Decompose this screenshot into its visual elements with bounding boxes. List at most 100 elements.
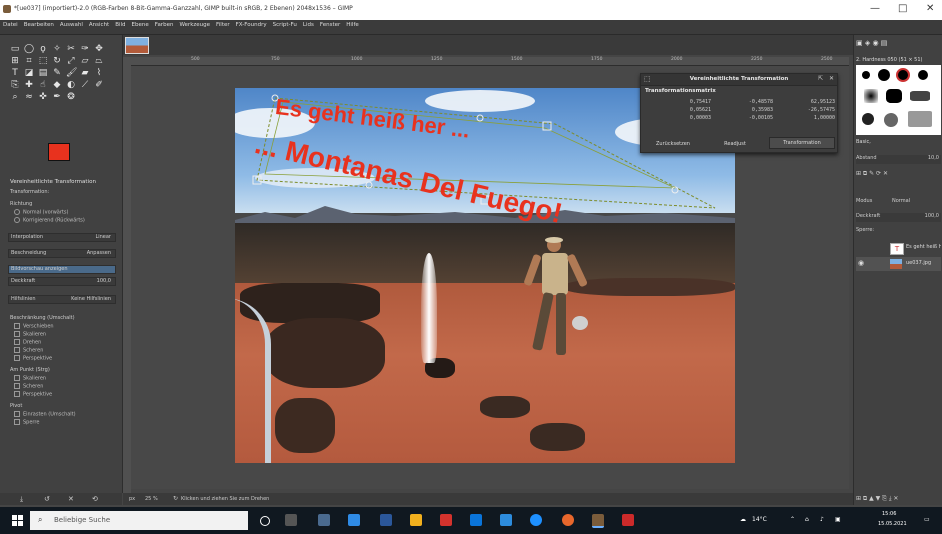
app-icon[interactable] — [318, 514, 330, 526]
fuzzy-select-icon[interactable]: ✧ — [52, 44, 62, 54]
direction-corrective-radio[interactable]: Korrigierend (Rückwärts) — [14, 217, 85, 224]
app-icon[interactable] — [440, 514, 452, 526]
pivot-scale-check[interactable]: Skalieren — [14, 375, 46, 382]
foreground-color-swatch[interactable] — [48, 143, 70, 161]
color-picker-icon[interactable]: ✐ — [94, 80, 104, 90]
readjust-button[interactable]: Readjust — [707, 139, 763, 149]
brush-preview[interactable] — [918, 70, 928, 80]
brush-preview[interactable] — [862, 113, 874, 125]
delete-icon[interactable]: ✕ — [68, 495, 74, 503]
brush-grid[interactable] — [856, 65, 941, 135]
outlook-icon[interactable] — [380, 514, 392, 526]
clipping-select[interactable]: Beschneidung Anpassen — [8, 249, 116, 258]
brush-preview[interactable] — [862, 71, 870, 79]
rect-select-icon[interactable]: ▭ — [10, 44, 20, 54]
ink-icon[interactable]: ✒ — [52, 92, 62, 102]
menu-datei[interactable]: Datei — [0, 20, 21, 30]
measure-icon[interactable]: ⟋ — [80, 80, 90, 90]
pivot-perspective-check[interactable]: Perspektive — [14, 391, 52, 398]
constrain-scale-check[interactable]: Skalieren — [14, 331, 46, 338]
preview-toggle[interactable]: Bildvorschau anzeigen — [8, 265, 116, 274]
layer-row-photo[interactable]: ◉ ue037.jpg — [856, 257, 941, 271]
constrain-shear-check[interactable]: Scheren — [14, 347, 43, 354]
dodge-icon[interactable]: ◐ — [66, 80, 76, 90]
zoom-select[interactable]: 25 % — [145, 496, 158, 502]
pivot-shear-check[interactable]: Scheren — [14, 383, 43, 390]
temperature[interactable]: 14°C — [752, 516, 767, 523]
menu-bearbeiten[interactable]: Bearbeiten — [21, 20, 57, 30]
shear-icon[interactable]: ▱ — [80, 56, 90, 66]
tray-chevron-icon[interactable]: ⌃ — [790, 516, 795, 523]
guides-select[interactable]: Hilfslinien Keine Hilfslinien — [8, 295, 116, 304]
save-options-icon[interactable]: ⤓ — [20, 495, 23, 504]
menu-hilfe[interactable]: Hilfe — [343, 20, 362, 30]
crop-icon[interactable]: ⌗ — [24, 56, 34, 66]
reset-icon[interactable]: ⟲ — [92, 495, 98, 503]
minimize-button[interactable]: — — [870, 3, 880, 14]
mail-icon[interactable] — [500, 514, 512, 526]
action-center-icon[interactable]: ▭ — [924, 516, 930, 523]
reset-button[interactable]: Zurücksetzen — [645, 139, 701, 149]
interpolation-select[interactable]: Interpolation Linear — [8, 233, 116, 242]
menu-bild[interactable]: Bild — [112, 20, 128, 30]
mypaint-icon[interactable]: ❂ — [66, 92, 76, 102]
unified-transform-icon[interactable]: ⬚ — [38, 56, 48, 66]
close-button[interactable]: ✕ — [926, 3, 934, 14]
image-tab-thumbnail[interactable] — [125, 37, 149, 54]
vertical-ruler[interactable] — [123, 57, 131, 493]
explorer-icon[interactable] — [410, 514, 422, 526]
brush-preview[interactable] — [910, 91, 930, 101]
clock-date[interactable]: 15.05.2021 — [878, 521, 907, 527]
weather-icon[interactable]: ☁ — [740, 516, 746, 523]
maximize-button[interactable]: □ — [898, 3, 907, 14]
handle-icon[interactable]: ✜ — [38, 92, 48, 102]
perspective-icon[interactable]: ⏢ — [94, 56, 104, 66]
brush-preview[interactable] — [886, 89, 902, 103]
start-button[interactable] — [12, 515, 23, 526]
edge-chromium-icon[interactable] — [530, 514, 542, 526]
free-select-icon[interactable]: ϙ — [38, 44, 48, 54]
cortana-icon[interactable] — [260, 516, 270, 526]
pivot-snap-check[interactable]: Einrasten (Umschalt) — [14, 411, 76, 418]
brush-preview[interactable] — [878, 69, 890, 81]
app-icon[interactable] — [622, 514, 634, 526]
dialog-close-icon[interactable]: ✕ — [829, 75, 834, 82]
clock-time[interactable]: 15:06 — [882, 511, 896, 517]
spacing-slider[interactable]: Abstand 10,0 — [856, 155, 941, 164]
airbrush-icon[interactable]: ⌇ — [94, 68, 104, 78]
scissors-icon[interactable]: ✂ — [66, 44, 76, 54]
align-icon[interactable]: ⊞ — [10, 56, 20, 66]
edge-icon[interactable] — [348, 514, 360, 526]
scale-icon[interactable]: ⤢ — [66, 56, 76, 66]
constrain-rotate-check[interactable]: Drehen — [14, 339, 41, 346]
pin-icon[interactable]: ⇱ — [818, 75, 823, 82]
layer-opacity-slider[interactable]: Deckkraft 100,0 — [856, 213, 941, 222]
restore-icon[interactable]: ↺ — [44, 495, 50, 503]
gradient-icon[interactable]: ▤ — [38, 68, 48, 78]
blur-icon[interactable]: ◆ — [52, 80, 62, 90]
eraser-icon[interactable]: ▰ — [80, 68, 90, 78]
network-icon[interactable]: ⌂ — [805, 516, 809, 523]
volume-icon[interactable]: ♪ — [820, 516, 824, 523]
rotate-icon[interactable]: ↻ — [52, 56, 62, 66]
bucket-icon[interactable]: ◪ — [24, 68, 34, 78]
taskbar-search[interactable]: ⌕ Beliebige Suche — [30, 511, 248, 530]
menu-fx-foundry[interactable]: FX-Foundry — [233, 20, 270, 30]
menu-filter[interactable]: Filter — [213, 20, 233, 30]
brush-actions[interactable]: ⊞ ⧉ ✎ ⟳ ✕ — [856, 170, 941, 178]
menu-fenster[interactable]: Fenster — [317, 20, 343, 30]
notification-icon[interactable]: ▣ — [835, 516, 841, 523]
heal-icon[interactable]: ✚ — [24, 80, 34, 90]
menu-farben[interactable]: Farben — [152, 20, 177, 30]
menu-script-fu[interactable]: Script-Fu — [270, 20, 300, 30]
brush-preview[interactable] — [884, 113, 898, 127]
zoom-icon[interactable]: ⌕ — [10, 92, 20, 102]
brush-preview[interactable] — [908, 111, 932, 127]
eye-icon[interactable]: ◉ — [858, 259, 864, 267]
pivot-lock-check[interactable]: Sperre — [14, 419, 39, 426]
menu-werkzeuge[interactable]: Werkzeuge — [176, 20, 213, 30]
direction-normal-radio[interactable]: Normal (vorwärts) — [14, 209, 68, 216]
layer-actions[interactable]: ⊞ ⧉ ▲ ▼ ⎘ ⤓ ✕ — [856, 495, 941, 503]
firefox-icon[interactable] — [562, 514, 574, 526]
constrain-perspective-check[interactable]: Perspektive — [14, 355, 52, 362]
